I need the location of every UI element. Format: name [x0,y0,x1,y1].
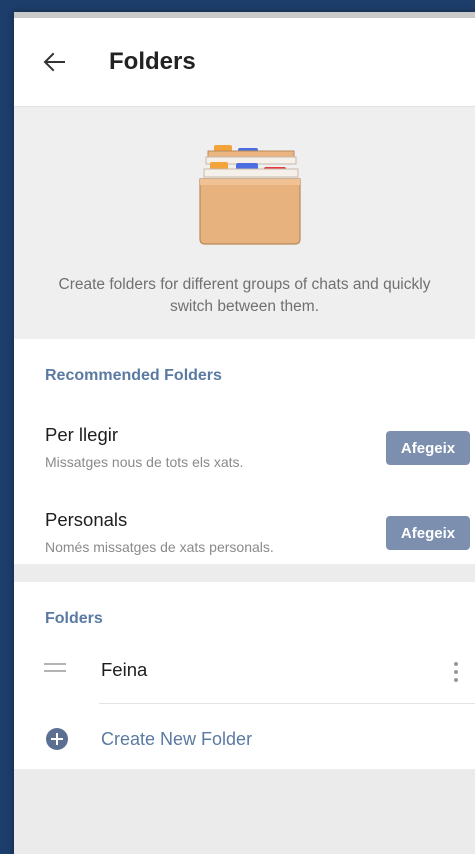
plus-circle-icon [46,728,68,750]
folders-header: Folders [45,610,103,627]
recommended-item-subtitle: Només missatges de xats personals. [45,539,274,555]
recommended-item-title: Personals [45,509,128,530]
folder-row-feina[interactable]: Feina [14,646,475,698]
empty-area [14,769,475,854]
drag-handle-icon[interactable] [44,663,66,679]
create-new-folder-label: Create New Folder [101,729,253,749]
row-divider [99,703,475,704]
recommended-folders-header: Recommended Folders [45,367,222,384]
hero-section: Create folders for different groups of c… [14,107,475,339]
recommended-item-subtitle: Missatges nous de tots els xats. [45,454,244,470]
recommended-item-per-llegir: Per llegir Missatges nous de tots els xa… [14,424,475,494]
hero-description: Create folders for different groups of c… [58,276,431,315]
add-folder-button[interactable]: Afegeix [386,431,470,465]
create-new-folder-button[interactable]: Create New Folder [14,720,475,760]
page-title: Folders [109,48,196,75]
more-vertical-icon[interactable] [446,654,466,690]
app-screen: Folders Create folders for different gro… [14,12,475,854]
add-folder-button[interactable]: Afegeix [386,516,470,550]
recommended-item-title: Per llegir [45,424,118,445]
recommended-folders-section: Recommended Folders Per llegir Missatges… [14,339,475,564]
folder-cabinet-icon [199,145,301,245]
folders-section: Folders Feina Create New Folder [14,582,475,769]
app-bar: Folders [14,18,475,107]
folder-name: Feina [101,659,148,680]
section-divider [14,564,475,582]
back-button[interactable] [32,40,76,84]
arrow-left-icon [43,52,65,72]
